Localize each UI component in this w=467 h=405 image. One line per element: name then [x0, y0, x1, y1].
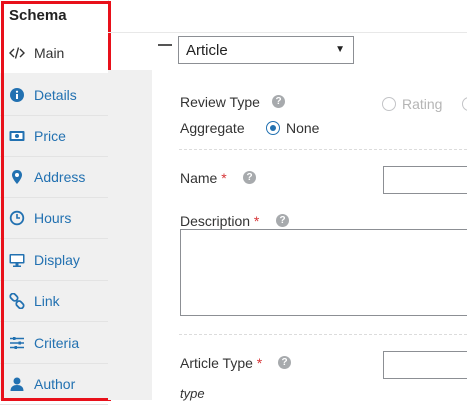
gutter: [108, 70, 152, 400]
sliders-icon: [8, 334, 26, 352]
none-option-label: None: [286, 120, 320, 136]
aggregate-label: Aggregate: [180, 120, 245, 136]
article-type-hint: type: [180, 386, 205, 401]
review-type-label: Review Type: [180, 94, 260, 110]
none-radio[interactable]: [266, 121, 280, 135]
required-mark: *: [256, 355, 263, 371]
sidebar-item-link[interactable]: Link: [0, 281, 108, 322]
help-icon[interactable]: ?: [278, 356, 291, 369]
caret-down-icon: ▼: [335, 44, 345, 55]
article-type-label: Article Type *: [180, 355, 263, 371]
map-marker-icon: [8, 168, 26, 186]
clock-icon: [8, 209, 26, 227]
sidebar-item-display[interactable]: Display: [0, 240, 108, 281]
money-icon: [8, 127, 26, 145]
code-icon: [8, 44, 26, 62]
user-icon: [8, 375, 26, 393]
section-divider: [179, 149, 467, 150]
help-icon[interactable]: ?: [276, 214, 289, 227]
schema-type-value: Article: [186, 42, 228, 59]
sidebar-item-label: Main: [34, 44, 65, 61]
sidebar-item-price[interactable]: Price: [0, 116, 108, 157]
sidebar-item-details[interactable]: Details: [0, 75, 108, 116]
sidebar-item-author[interactable]: Author: [0, 364, 108, 405]
required-mark: *: [253, 213, 260, 229]
help-icon[interactable]: ?: [272, 95, 285, 108]
required-mark: *: [221, 170, 227, 186]
sidebar-item-label: Display: [34, 252, 80, 268]
sidebar: Schema Main Details Price Address Hours: [0, 0, 109, 405]
monitor-icon: [8, 251, 26, 269]
help-icon[interactable]: ?: [243, 171, 256, 184]
collapse-toggle[interactable]: [158, 44, 172, 46]
sidebar-item-label: Criteria: [34, 335, 80, 351]
sidebar-item-criteria[interactable]: Criteria: [0, 323, 108, 364]
description-label: Description *: [180, 213, 260, 229]
sidebar-item-label: Author: [34, 376, 76, 392]
sidebar-item-label: Details: [34, 87, 77, 103]
sidebar-item-label: Address: [34, 169, 86, 185]
sidebar-title: Schema: [0, 0, 108, 32]
link-icon: [8, 292, 26, 310]
rating-option-label: Rating: [402, 96, 443, 112]
sidebar-item-label: Price: [34, 128, 66, 144]
sidebar-item-hours[interactable]: Hours: [0, 198, 108, 239]
extra-radio[interactable]: [462, 97, 467, 111]
schema-type-select[interactable]: Article ▼: [178, 36, 354, 64]
sidebar-item-main[interactable]: Main: [0, 32, 108, 73]
name-input[interactable]: [383, 166, 467, 194]
sidebar-item-label: Hours: [34, 210, 72, 226]
sidebar-item-label: Link: [34, 293, 60, 309]
description-textarea[interactable]: [180, 229, 467, 316]
info-icon: [8, 86, 26, 104]
rating-radio[interactable]: [382, 97, 396, 111]
sidebar-item-address[interactable]: Address: [0, 157, 108, 198]
article-type-input[interactable]: [383, 351, 467, 379]
section-divider: [179, 334, 467, 335]
name-label: Name *: [180, 170, 227, 186]
header-divider: [108, 32, 467, 33]
